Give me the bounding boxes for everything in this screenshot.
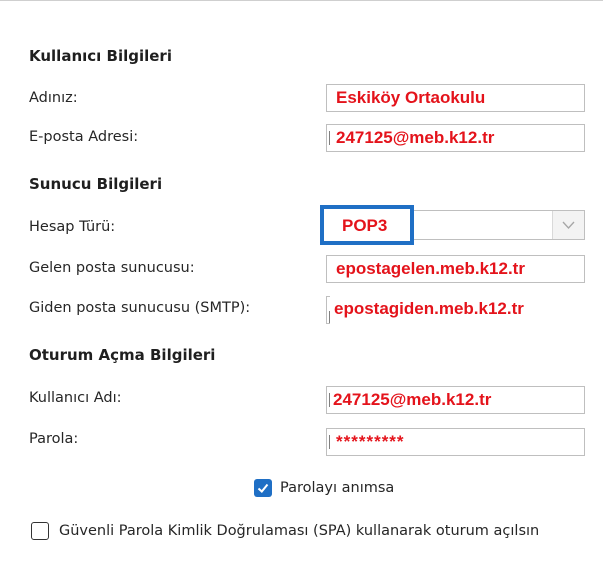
account-type-label: Hesap Türü: (29, 219, 116, 235)
spa-checkbox[interactable] (31, 522, 49, 540)
incoming-server-field[interactable]: epostagelen.meb.k12.tr (326, 255, 585, 283)
remember-password-checkbox[interactable]: Parolayı anımsa (254, 479, 394, 497)
name-label: Adınız: (29, 90, 78, 106)
section-heading-user-info: Kullanıcı Bilgileri (29, 47, 172, 65)
account-type-dropdown-button[interactable] (552, 211, 584, 239)
account-settings-panel: Kullanıcı Bilgileri Adınız: Eskiköy Orta… (0, 0, 603, 567)
email-value: 247125@meb.k12.tr (336, 128, 495, 147)
account-type-value: POP3 (342, 216, 388, 235)
section-heading-server-info: Sunucu Bilgileri (29, 175, 163, 193)
checkbox-empty-icon[interactable] (31, 522, 49, 540)
username-field[interactable]: 247125@meb.k12.tr (326, 386, 585, 414)
text-caret (329, 435, 330, 449)
password-field[interactable]: ********* (326, 428, 585, 456)
email-field[interactable]: 247125@meb.k12.tr (326, 124, 585, 152)
text-caret (329, 131, 330, 145)
account-type-highlight: POP3 (320, 205, 414, 245)
incoming-server-value: epostagelen.meb.k12.tr (336, 259, 525, 278)
email-label: E-posta Adresi: (29, 129, 139, 145)
outgoing-server-overlay: epostagiden.meb.k12.tr (330, 296, 595, 324)
section-heading-logon-info: Oturum Açma Bilgileri (29, 346, 216, 364)
incoming-server-label: Gelen posta sunucusu: (29, 260, 195, 276)
username-label: Kullanıcı Adı: (29, 390, 122, 406)
text-caret (329, 393, 330, 407)
checkbox-checked-icon[interactable] (254, 479, 272, 497)
outgoing-server-label: Giden posta sunucusu (SMTP): (29, 300, 251, 316)
name-field[interactable]: Eskiköy Ortaokulu (326, 84, 585, 112)
remember-password-label: Parolayı anımsa (280, 480, 395, 496)
name-value: Eskiköy Ortaokulu (336, 88, 486, 107)
chevron-down-icon (562, 221, 575, 229)
outgoing-server-value: epostagiden.meb.k12.tr (334, 299, 524, 318)
spa-label: Güvenli Parola Kimlik Doğrulaması (SPA) … (59, 523, 540, 539)
password-value: ********* (336, 432, 405, 451)
username-value: 247125@meb.k12.tr (333, 390, 492, 409)
password-label: Parola: (29, 431, 79, 447)
checkmark-icon (257, 483, 269, 493)
